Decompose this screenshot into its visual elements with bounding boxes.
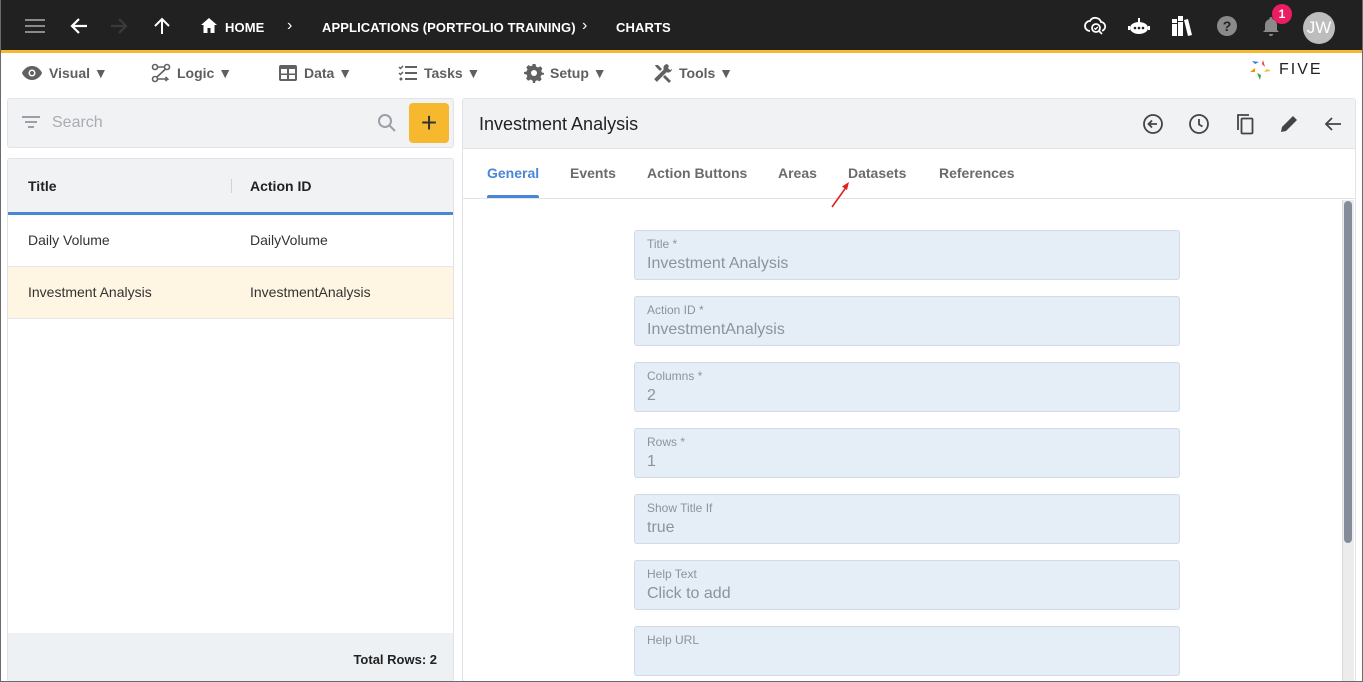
help-text-field-label: Help Text (647, 567, 697, 581)
title-field-label: Title * (647, 237, 678, 251)
row-title: Daily Volume (28, 232, 110, 248)
help-url-field[interactable]: Help URL (634, 626, 1180, 676)
menu-setup[interactable]: Setup ▼ (524, 62, 607, 84)
total-rows: Total Rows: 2 (353, 652, 437, 667)
row-action-id: InvestmentAnalysis (250, 284, 371, 300)
breadcrumb-charts[interactable]: CHARTS (616, 20, 671, 35)
rows-field-value: 1 (647, 453, 656, 470)
tab-areas[interactable]: Areas (778, 165, 817, 181)
tab-references[interactable]: References (939, 165, 1015, 181)
menu-tasks[interactable]: Tasks ▼ (398, 62, 480, 84)
revert-icon[interactable] (1141, 112, 1165, 136)
charts-grid: Title Action ID Daily Volume DailyVolume… (7, 158, 454, 681)
rows-field-label: Rows * (647, 435, 686, 449)
chevron-right-icon: › (287, 17, 293, 34)
active-tab-indicator (487, 195, 539, 198)
column-divider[interactable] (231, 179, 232, 193)
tab-action-buttons[interactable]: Action Buttons (647, 165, 747, 181)
add-button[interactable]: + (409, 103, 449, 143)
cloud-search-icon[interactable] (1084, 14, 1108, 38)
checklist-icon (398, 65, 417, 81)
notification-badge: 1 (1272, 4, 1292, 24)
table-icon (279, 65, 297, 81)
row-action-id: DailyVolume (250, 232, 328, 248)
menu-data[interactable]: Data ▼ (278, 62, 352, 84)
title-field[interactable]: Title * Investment Analysis (634, 230, 1180, 280)
menu-tools[interactable]: Tools ▼ (653, 62, 733, 84)
grid-footer: Total Rows: 2 (8, 633, 453, 681)
title-field-value: Investment Analysis (647, 255, 789, 272)
back-arrow-icon[interactable] (67, 14, 91, 38)
logic-flow-icon (151, 63, 171, 83)
action-id-field-value: InvestmentAnalysis (647, 321, 785, 338)
filter-icon[interactable] (22, 115, 40, 129)
menu-logic-label: Logic ▼ (177, 65, 233, 81)
detail-header: Investment Analysis (463, 99, 1355, 149)
help-text-field-value: Click to add (647, 585, 731, 602)
five-logo: FIVE (1249, 57, 1323, 83)
help-icon[interactable]: ? (1215, 14, 1239, 38)
breadcrumb-home[interactable]: HOME (225, 20, 264, 35)
menu-icon[interactable] (23, 14, 47, 38)
search-icon[interactable] (377, 113, 397, 133)
chevron-right-icon: › (582, 17, 588, 34)
history-icon[interactable] (1187, 112, 1211, 136)
up-arrow-icon[interactable] (150, 14, 174, 38)
menu-setup-label: Setup ▼ (550, 65, 607, 81)
detail-title: Investment Analysis (479, 114, 639, 134)
column-header-title[interactable]: Title (28, 178, 57, 194)
rows-field[interactable]: Rows * 1 (634, 428, 1180, 478)
show-title-if-field-label: Show Title If (647, 501, 713, 515)
tab-events[interactable]: Events (570, 165, 616, 181)
five-logo-text: FIVE (1279, 61, 1323, 78)
avatar[interactable]: JW (1303, 12, 1335, 44)
tab-datasets[interactable]: Datasets (848, 165, 906, 181)
scrollbar-thumb[interactable] (1344, 201, 1352, 543)
gear-icon (524, 64, 544, 83)
menu-visual-label: Visual ▼ (49, 65, 108, 81)
app-window: HOME › APPLICATIONS (PORTFOLIO TRAINING)… (0, 0, 1363, 682)
forward-arrow-icon[interactable] (107, 14, 131, 38)
search-input[interactable]: Search (52, 114, 103, 132)
svg-text:?: ? (1223, 18, 1232, 34)
menu-visual[interactable]: Visual ▼ (21, 62, 108, 84)
row-title: Investment Analysis (28, 284, 152, 300)
help-url-field-label: Help URL (647, 633, 700, 647)
breadcrumb-applications[interactable]: APPLICATIONS (PORTFOLIO TRAINING) (322, 20, 576, 35)
menu-data-label: Data ▼ (304, 65, 353, 81)
plus-icon: + (420, 107, 438, 138)
table-row-selected[interactable]: Investment Analysis InvestmentAnalysis (8, 267, 453, 319)
back-icon[interactable] (1321, 112, 1345, 136)
robot-chat-icon[interactable] (1127, 14, 1151, 38)
columns-field-label: Columns * (647, 369, 703, 383)
table-row[interactable]: Daily Volume DailyVolume (8, 215, 453, 267)
column-header-action-id[interactable]: Action ID (250, 178, 311, 194)
menu-tasks-label: Tasks ▼ (424, 65, 481, 81)
columns-field[interactable]: Columns * 2 (634, 362, 1180, 412)
show-title-if-field[interactable]: Show Title If true (634, 494, 1180, 544)
detail-panel: Investment Analysis General Events Actio… (462, 98, 1356, 681)
action-id-field[interactable]: Action ID * InvestmentAnalysis (634, 296, 1180, 346)
menu-bar: Visual ▼ Logic ▼ Data ▼ Tasks ▼ Setup ▼ … (1, 56, 1362, 90)
action-id-field-label: Action ID * (647, 303, 704, 317)
copy-icon[interactable] (1233, 112, 1257, 136)
home-icon[interactable] (197, 14, 221, 38)
edit-icon[interactable] (1277, 112, 1301, 136)
tab-bar: General Events Action Buttons Areas Data… (463, 149, 1355, 199)
columns-field-value: 2 (647, 387, 656, 404)
five-logo-icon (1250, 60, 1271, 80)
show-title-if-field-value: true (647, 519, 675, 536)
grid-header: Title Action ID (8, 159, 453, 215)
help-text-field[interactable]: Help Text Click to add (634, 560, 1180, 610)
search-bar: Search (7, 98, 454, 148)
top-bar: HOME › APPLICATIONS (PORTFOLIO TRAINING)… (1, 0, 1362, 53)
annotation-arrow-icon (831, 182, 849, 208)
eye-icon (22, 66, 42, 80)
menu-tools-label: Tools ▼ (679, 65, 734, 81)
library-books-icon[interactable] (1170, 14, 1194, 38)
tools-icon (654, 64, 672, 83)
tab-general[interactable]: General (487, 165, 539, 181)
menu-logic[interactable]: Logic ▼ (151, 62, 232, 84)
